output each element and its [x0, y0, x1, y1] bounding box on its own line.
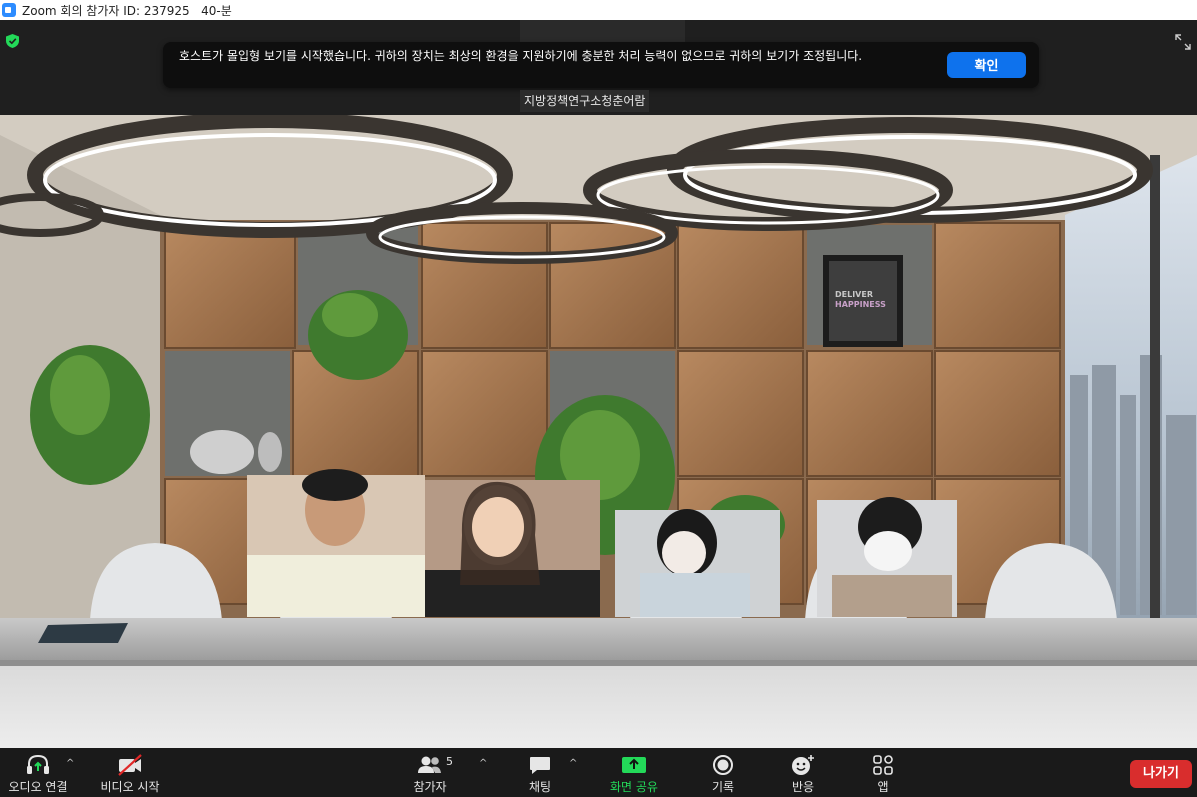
participant-video-4[interactable] [817, 497, 957, 617]
leave-meeting-button[interactable]: 나가기 [1130, 760, 1192, 788]
apps-label: 앱 [877, 780, 889, 794]
encryption-shield-icon[interactable] [6, 34, 19, 48]
poster-text-2: HAPPINESS [835, 300, 886, 309]
office-background: DELIVER HAPPINESS [0, 115, 1197, 748]
participant-video-1[interactable] [247, 469, 425, 617]
chat-button[interactable]: 채팅 [518, 748, 562, 797]
participant-video-2[interactable] [425, 480, 600, 617]
record-label: 기록 [711, 780, 735, 794]
audio-options-chevron-up-icon[interactable]: ^ [66, 758, 74, 769]
immersive-view-notice: 호스트가 몰입형 보기를 시작했습니다. 귀하의 장치는 최상의 환경을 지원하… [163, 42, 1039, 88]
participants-count: 5 [446, 755, 453, 768]
participants-icon [418, 756, 441, 773]
apps-icon [873, 755, 893, 775]
headphones-icon [27, 754, 49, 774]
audio-label: 오디오 연결 [8, 780, 68, 794]
immersive-scene: DELIVER HAPPINESS [0, 115, 1197, 748]
apps-button[interactable]: 앱 [864, 748, 902, 797]
video-button[interactable]: 비디오 시작 [94, 748, 166, 797]
emoji-reaction-icon [792, 755, 814, 775]
fullscreen-icon[interactable] [1175, 34, 1191, 50]
chat-options-chevron-up-icon[interactable]: ^ [569, 758, 577, 769]
zoom-app-icon [2, 3, 16, 17]
chat-bubble-icon [530, 757, 550, 774]
meeting-header: 지방정책연구소... 호스트가 몰입형 보기를 시작했습니다. 귀하의 장치는 … [0, 20, 1197, 115]
video-label: 비디오 시작 [100, 780, 160, 794]
notice-text: 호스트가 몰입형 보기를 시작했습니다. 귀하의 장치는 최상의 환경을 지원하… [179, 49, 863, 63]
participant-video-3[interactable] [615, 509, 780, 617]
room-label: 지방정책연구소청춘어람 [520, 90, 650, 112]
window-titlebar: Zoom 회의 참가자 ID: 237925 40-분 [0, 0, 1197, 20]
video-off-icon [118, 754, 142, 776]
notice-confirm-button[interactable]: 확인 [947, 52, 1026, 78]
window-title: Zoom 회의 참가자 ID: 237925 40-분 [22, 3, 232, 18]
participants-label: 참가자 [413, 780, 447, 794]
share-screen-button[interactable]: 화면 공유 [600, 748, 668, 797]
chat-label: 채팅 [528, 780, 552, 794]
reactions-button[interactable]: 반응 [780, 748, 826, 797]
share-screen-label: 화면 공유 [610, 780, 658, 794]
reactions-label: 반응 [791, 780, 815, 794]
record-button[interactable]: 기록 [700, 748, 746, 797]
audio-button[interactable]: 오디오 연결 [0, 748, 76, 797]
poster-text-1: DELIVER [835, 290, 873, 299]
participants-options-chevron-up-icon[interactable]: ^ [479, 758, 487, 769]
meeting-toolbar: 오디오 연결 ^ 비디오 시작 참가자 5 ^ 채팅 ^ 화면 공유 기록 반응… [0, 748, 1197, 797]
share-screen-icon [622, 757, 646, 773]
record-icon [713, 755, 733, 775]
